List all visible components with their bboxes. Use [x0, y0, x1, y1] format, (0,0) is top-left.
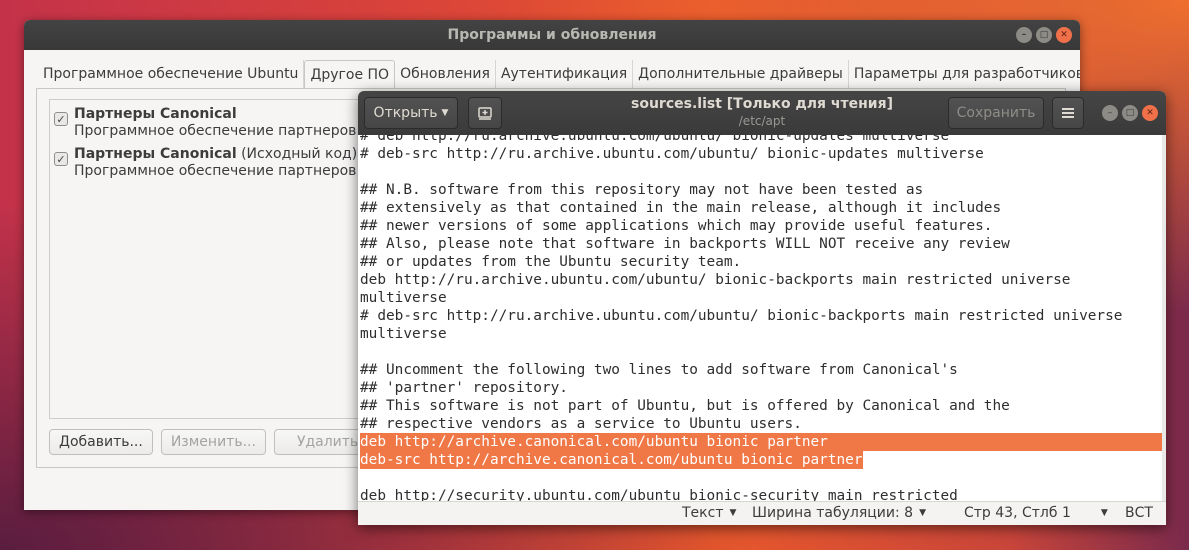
hamburger-menu-icon: [1062, 108, 1074, 118]
code-line: deb http://ru.archive.ubuntu.com/ubuntu/…: [360, 272, 1071, 288]
status-bar: Текст ▼ Ширина табуляции: 8 ▼ Стр 43, Ст…: [358, 501, 1166, 525]
code-line: ## newer versions of some applications w…: [360, 218, 993, 234]
tab-ubuntu-software[interactable]: Программное обеспечение Ubuntu: [38, 60, 305, 89]
code-line: multiverse: [360, 290, 447, 306]
close-icon[interactable]: ✕: [1142, 105, 1158, 121]
tab-authentication[interactable]: Аутентификация: [496, 60, 634, 89]
tab-width-label: Ширина табуляции: 8: [752, 505, 914, 521]
code-line: ## N.B. software from this repository ma…: [360, 182, 924, 198]
syntax-dropdown[interactable]: Текст ▼: [682, 505, 736, 521]
text-view[interactable]: # deb http://ru.archive.ubuntu.com/ubunt…: [358, 135, 1164, 501]
insert-mode-indicator: ВСТ: [1125, 505, 1153, 521]
source-checkbox[interactable]: ✓: [54, 112, 68, 126]
tab-developer-options[interactable]: Параметры для разработчиков: [849, 60, 1080, 89]
tab-updates[interactable]: Обновления: [395, 60, 496, 89]
code-line: deb http://security.ubuntu.com/ubuntu bi…: [360, 488, 958, 501]
cursor-position-label: Стр 43, Стлб 1: [964, 505, 1071, 521]
tab-additional-drivers[interactable]: Дополнительные драйверы: [633, 60, 849, 89]
list-item[interactable]: ✓ Партнеры Canonical (Исходный код) Прог…: [50, 140, 378, 180]
tab-other-software[interactable]: Другое ПО: [304, 60, 396, 89]
chevron-down-icon: ▼: [919, 508, 926, 518]
code-line: ## Uncomment the following two lines to …: [360, 362, 958, 378]
source-description: Программное обеспечение партнеров Canoni…: [74, 163, 378, 179]
window-title: Программы и обновления: [447, 27, 657, 43]
vertical-scrollbar[interactable]: [1162, 135, 1166, 501]
sources-list: ✓ Партнеры Canonical Программное обеспеч…: [49, 99, 379, 419]
code-line: ## This software is not part of Ubuntu, …: [360, 398, 1010, 414]
code-line: ## 'partner' repository.: [360, 380, 568, 396]
code-line: ## respective vendors as a service to Ub…: [360, 416, 802, 432]
window-controls: – □ ✕: [1102, 105, 1158, 121]
source-title: Партнеры Canonical: [74, 146, 237, 162]
code-line: ## or updates from the Ubuntu security t…: [360, 254, 742, 270]
window-controls: – □ ✕: [1016, 27, 1072, 43]
document-path: /etc/apt: [738, 114, 786, 128]
software-updates-titlebar[interactable]: Программы и обновления – □ ✕: [24, 20, 1080, 50]
code-line: ## extensively as that contained in the …: [360, 200, 1002, 216]
tab-bar: Программное обеспечение Ubuntu Другое ПО…: [38, 60, 1080, 89]
maximize-icon[interactable]: □: [1122, 105, 1138, 121]
remove-button[interactable]: Удалить: [273, 429, 369, 455]
code-line: ## Also, please note that software in ba…: [360, 236, 1010, 252]
cursor-position-dropdown[interactable]: Стр 43, Стлб 1 ▼: [964, 505, 1108, 521]
add-button[interactable]: Добавить...: [49, 429, 153, 455]
selected-code-line: deb-src http://archive.canonical.com/ubu…: [360, 451, 863, 469]
source-description: Программное обеспечение партнеров Canoni…: [74, 123, 378, 139]
chevron-down-icon: ▼: [1100, 508, 1108, 518]
close-icon[interactable]: ✕: [1056, 27, 1072, 43]
code-line: multiverse: [360, 326, 447, 342]
save-button[interactable]: Сохранить: [948, 97, 1044, 129]
source-buttons: Добавить... Изменить... Удалить: [49, 429, 369, 455]
list-item[interactable]: ✓ Партнеры Canonical Программное обеспеч…: [50, 100, 378, 140]
edit-button[interactable]: Изменить...: [160, 429, 266, 455]
code-line: # deb-src http://ru.archive.ubuntu.com/u…: [360, 308, 1123, 324]
source-checkbox[interactable]: ✓: [54, 152, 68, 166]
minimize-icon[interactable]: –: [1102, 105, 1118, 121]
tab-width-dropdown[interactable]: Ширина табуляции: 8 ▼: [752, 505, 926, 521]
text-editor-window: Открыть ▼ sources.list [Только для чтени…: [358, 91, 1166, 525]
source-title: Партнеры Canonical: [74, 106, 237, 122]
editor-headerbar[interactable]: Открыть ▼ sources.list [Только для чтени…: [358, 91, 1166, 135]
document-title: sources.list [Только для чтения]: [631, 96, 893, 112]
menu-button[interactable]: [1052, 97, 1084, 129]
syntax-label: Текст: [682, 505, 724, 521]
maximize-icon[interactable]: □: [1036, 27, 1052, 43]
code-line: # deb-src http://ru.archive.ubuntu.com/u…: [360, 146, 984, 162]
selected-code-line: deb http://archive.canonical.com/ubuntu …: [360, 433, 1163, 451]
chevron-down-icon: ▼: [729, 508, 737, 518]
code-line: # deb http://ru.archive.ubuntu.com/ubunt…: [360, 135, 950, 144]
source-title-suffix: (Исходный код): [236, 146, 358, 162]
minimize-icon[interactable]: –: [1016, 27, 1032, 43]
